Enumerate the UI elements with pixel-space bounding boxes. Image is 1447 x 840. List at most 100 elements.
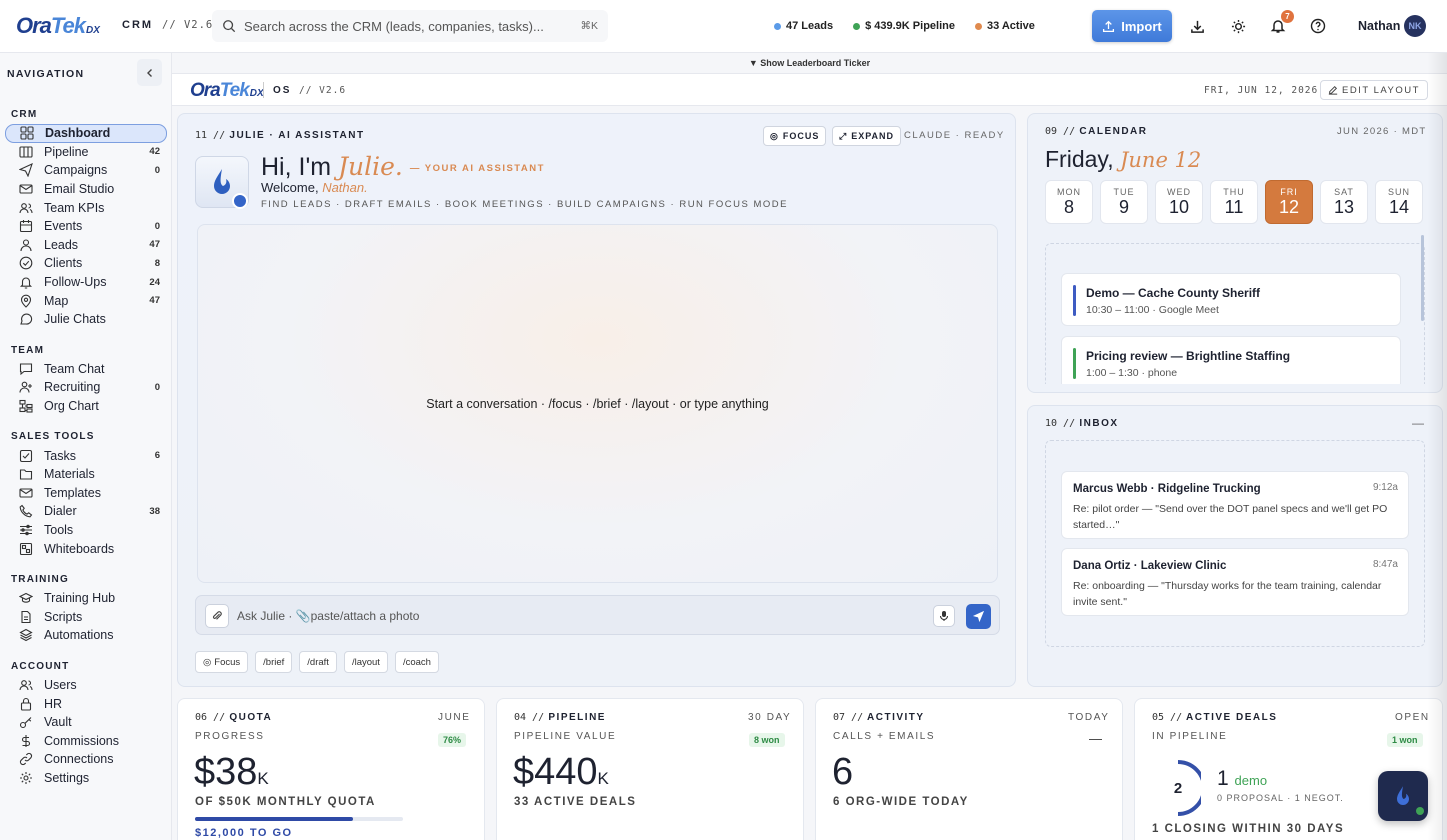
- sidebar-item-settings[interactable]: Settings: [5, 769, 167, 788]
- sidebar-item-users[interactable]: Users: [5, 676, 167, 695]
- user-icon: [18, 238, 34, 252]
- sidebar-item-automations[interactable]: Automations: [5, 626, 167, 645]
- edit-layout-button[interactable]: EDIT LAYOUT: [1320, 80, 1428, 100]
- quick-command-draft[interactable]: /draft: [299, 651, 337, 673]
- chat-icon: [18, 312, 34, 326]
- sidebar-item-events[interactable]: Events 0: [5, 217, 167, 236]
- chat-area[interactable]: Start a conversation · /focus · /brief ·…: [197, 224, 998, 583]
- sidebar-item-dashboard[interactable]: Dashboard: [5, 124, 167, 143]
- chat-input[interactable]: Ask Julie · 📎paste/attach a photo: [237, 609, 419, 623]
- sidebar-item-templates[interactable]: Templates: [5, 484, 167, 503]
- sidebar-item-map[interactable]: Map 47: [5, 291, 167, 310]
- quick-command-brief[interactable]: /brief: [255, 651, 293, 673]
- notifications-button[interactable]: 7: [1264, 10, 1294, 40]
- event-color-bar: [1073, 348, 1076, 379]
- pipeline-card[interactable]: 04 // PIPELINE 30 DAY PIPELINE VALUE 8 w…: [496, 698, 804, 840]
- sidebar-item-campaigns[interactable]: Campaigns 0: [5, 161, 167, 180]
- sidebar-item-clients[interactable]: Clients 8: [5, 254, 167, 273]
- sidebar-item-julie-chats[interactable]: Julie Chats: [5, 310, 167, 329]
- send-button[interactable]: [966, 604, 991, 629]
- users-icon: [18, 201, 34, 215]
- calendar-event[interactable]: Pricing review — Brightline Staffing 1:0…: [1061, 336, 1401, 384]
- expand-icon: ⤢: [839, 130, 848, 141]
- day-fri[interactable]: FRI 12: [1265, 180, 1313, 224]
- quick-command-layout[interactable]: /layout: [343, 651, 388, 673]
- scrollbar[interactable]: [1421, 235, 1424, 321]
- day-thu[interactable]: THU 11: [1210, 180, 1258, 224]
- sun-icon: [1231, 19, 1245, 33]
- sidebar-item-materials[interactable]: Materials: [5, 465, 167, 484]
- sidebar-item-commissions[interactable]: Commissions: [5, 731, 167, 750]
- day-sat[interactable]: SAT 13: [1320, 180, 1368, 224]
- sidebar-item-count: 47: [149, 239, 160, 251]
- quota-progress-fill: [195, 817, 354, 821]
- quota-value: $38K: [194, 751, 269, 793]
- sidebar-item-label: Automations: [44, 628, 114, 643]
- attach-button[interactable]: [205, 604, 229, 628]
- sidebar-item-label: Templates: [44, 485, 101, 500]
- sidebar-item-scripts[interactable]: Scripts: [5, 607, 167, 626]
- mic-button[interactable]: [933, 605, 955, 627]
- message-preview: Re: pilot order — "Send over the DOT pan…: [1073, 503, 1388, 531]
- activity-badge: —: [1089, 731, 1102, 746]
- day-sun[interactable]: SUN 14: [1375, 180, 1423, 224]
- collapse-sidebar-button[interactable]: [137, 59, 162, 86]
- message-preview: Re: onboarding — "Thursday works for the…: [1073, 580, 1382, 608]
- download-button[interactable]: [1183, 12, 1211, 40]
- calendar-event[interactable]: Demo — Cache County Sheriff 10:30 – 11:0…: [1061, 273, 1401, 326]
- inbox-message[interactable]: Dana Ortiz · Lakeview Clinic 8:47a Re: o…: [1061, 548, 1409, 616]
- expand-button[interactable]: ⤢ EXPAND: [832, 126, 902, 146]
- brand-logo[interactable]: Ora Tek DX: [16, 13, 100, 39]
- day-mon[interactable]: MON 8: [1045, 180, 1093, 224]
- download-icon: [1190, 20, 1204, 33]
- calendar-header: 09 // CALENDAR: [1045, 126, 1148, 137]
- day-wed[interactable]: WED 10: [1155, 180, 1203, 224]
- quick-command-coach[interactable]: /coach: [394, 651, 439, 673]
- import-button[interactable]: Import: [1092, 10, 1172, 42]
- sidebar-item-connections[interactable]: Connections: [5, 750, 167, 769]
- leaderboard-ticker-toggle[interactable]: ▼ Show Leaderboard Ticker: [172, 53, 1447, 73]
- sidebar-item-count: 6: [154, 450, 160, 462]
- sidebar-item-email-studio[interactable]: Email Studio: [5, 180, 167, 199]
- theme-toggle[interactable]: [1224, 12, 1252, 40]
- sidebar-item-whiteboards[interactable]: Whiteboards: [5, 539, 167, 558]
- sidebar-item-leads[interactable]: Leads 47: [5, 236, 167, 255]
- pipeline-dot-icon: [853, 22, 861, 30]
- quota-remaining: $12,000 TO GO: [195, 827, 293, 839]
- sidebar-item-training-hub[interactable]: Training Hub: [5, 589, 167, 608]
- global-search[interactable]: Search across the CRM (leads, companies,…: [212, 10, 608, 42]
- deals-ring-label: 2: [1174, 780, 1182, 797]
- help-icon: [1310, 18, 1326, 34]
- sidebar-item-pipeline[interactable]: Pipeline 42: [5, 143, 167, 162]
- sidebar-item-hr[interactable]: HR: [5, 694, 167, 713]
- pipeline-caption: 33 ACTIVE DEALS: [514, 796, 637, 808]
- sidebar-item-org-chart[interactable]: Org Chart: [5, 397, 167, 416]
- sidebar-item-tasks[interactable]: Tasks 6: [5, 446, 167, 465]
- quota-card[interactable]: 06 // QUOTA JUNE PROGRESS 76% $38K OF $5…: [177, 698, 485, 840]
- focus-button[interactable]: ◎ FOCUS: [763, 126, 827, 146]
- user-name[interactable]: Nathan: [1358, 19, 1400, 33]
- inbox-message[interactable]: Marcus Webb · Ridgeline Trucking 9:12a R…: [1061, 471, 1409, 539]
- avatar[interactable]: NK: [1404, 15, 1426, 37]
- sidebar-item-label: Map: [44, 293, 69, 308]
- stat-pipeline[interactable]: $ 439.9K Pipeline: [847, 11, 961, 41]
- sidebar-item-team-chat[interactable]: Team Chat: [5, 360, 167, 379]
- inbox-collapse-button[interactable]: —: [1412, 416, 1424, 430]
- sidebar-item-team-kpis[interactable]: Team KPIs: [5, 198, 167, 217]
- sidebar-item-dialer[interactable]: Dialer 38: [5, 502, 167, 521]
- sidebar-item-vault[interactable]: Vault: [5, 713, 167, 732]
- event-color-bar: [1073, 285, 1076, 316]
- julie-launcher-button[interactable]: [1378, 771, 1428, 821]
- sidebar-item-recruiting[interactable]: Recruiting 0: [5, 378, 167, 397]
- stat-leads[interactable]: 47 Leads: [768, 11, 839, 41]
- sidebar-item-tools[interactable]: Tools: [5, 521, 167, 540]
- app-tag: CRM: [122, 19, 154, 31]
- quick-command-focus[interactable]: ◎ Focus: [195, 651, 249, 673]
- sidebar-item-follow-ups[interactable]: Follow-Ups 24: [5, 273, 167, 292]
- day-tue[interactable]: TUE 9: [1100, 180, 1148, 224]
- stat-active[interactable]: 33 Active: [969, 11, 1041, 41]
- help-button[interactable]: [1304, 12, 1332, 40]
- activity-card[interactable]: 07 // ACTIVITY TODAY CALLS + EMAILS — 6 …: [815, 698, 1123, 840]
- sidebar-item-label: Vault: [44, 715, 72, 730]
- assistant-greeting: Hi, I'm Julie. — YOUR AI ASSISTANT: [261, 152, 545, 181]
